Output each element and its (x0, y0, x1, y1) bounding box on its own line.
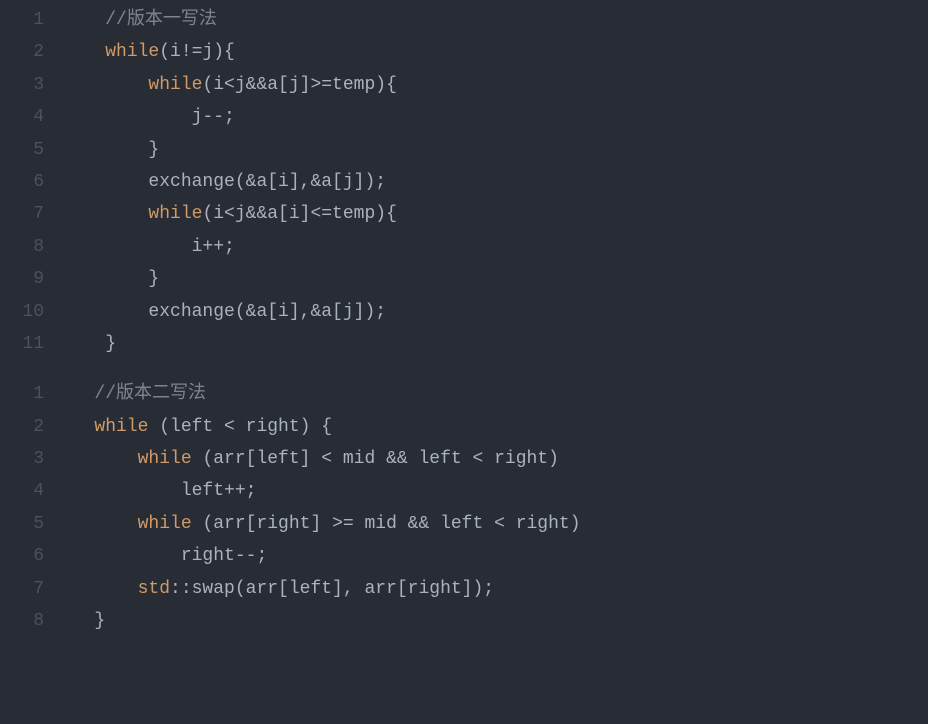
token: while (148, 204, 202, 224)
code-content: while (arr[left] < mid && left < right) (62, 443, 559, 475)
token: exchange(&a[i],&a[j]); (148, 172, 386, 192)
code-line: 6 right--; (0, 540, 928, 572)
token: while (138, 514, 192, 534)
code-line: 9 } (0, 263, 928, 295)
code-content: while(i<j&&a[j]>=temp){ (62, 69, 397, 101)
code-line: 11 } (0, 328, 928, 360)
token: while (148, 75, 202, 95)
token: i++; (192, 237, 235, 257)
code-content: } (62, 263, 159, 295)
line-number: 11 (0, 328, 62, 360)
line-number: 1 (0, 4, 62, 36)
token: //版本二写法 (94, 384, 206, 404)
token: (i<j&&a[j]>=temp){ (202, 75, 396, 95)
code-content: exchange(&a[i],&a[j]); (62, 296, 386, 328)
line-number: 4 (0, 101, 62, 133)
code-line: 4 left++; (0, 475, 928, 507)
code-line: 7 std::swap(arr[left], arr[right]); (0, 573, 928, 605)
line-number: 6 (0, 166, 62, 198)
token: } (94, 611, 105, 631)
token: j--; (192, 107, 235, 127)
token: while (138, 449, 192, 469)
code-content: //版本一写法 (62, 4, 217, 36)
code-content: while(i<j&&a[i]<=temp){ (62, 198, 397, 230)
code-line: 5 } (0, 134, 928, 166)
code-content: } (62, 605, 105, 637)
token: ::swap(arr[left], arr[right]); (170, 579, 494, 599)
token: (i<j&&a[i]<=temp){ (202, 204, 396, 224)
line-number: 8 (0, 605, 62, 637)
code-line: 1 //版本一写法 (0, 4, 928, 36)
token: std (138, 579, 170, 599)
token: right--; (181, 546, 267, 566)
code-line: 6 exchange(&a[i],&a[j]); (0, 166, 928, 198)
line-number: 1 (0, 378, 62, 410)
line-number: 2 (0, 36, 62, 68)
token: } (105, 334, 116, 354)
code-line: 3 while (arr[left] < mid && left < right… (0, 443, 928, 475)
code-content: while(i!=j){ (62, 36, 235, 68)
code-block-1: 1 //版本一写法2 while(i!=j){3 while(i<j&&a[j]… (0, 0, 928, 364)
code-content: while (arr[right] >= mid && left < right… (62, 508, 581, 540)
token: left++; (181, 481, 257, 501)
code-line: 8 i++; (0, 231, 928, 263)
token: //版本一写法 (105, 10, 217, 30)
code-content: i++; (62, 231, 235, 263)
line-number: 10 (0, 296, 62, 328)
code-content: while (left < right) { (62, 411, 332, 443)
token: (arr[right] >= mid && left < right) (192, 514, 581, 534)
token: (left < right) { (148, 417, 332, 437)
code-line: 2 while (left < right) { (0, 411, 928, 443)
line-number: 4 (0, 475, 62, 507)
code-line: 7 while(i<j&&a[i]<=temp){ (0, 198, 928, 230)
code-line: 2 while(i!=j){ (0, 36, 928, 68)
line-number: 5 (0, 134, 62, 166)
code-line: 10 exchange(&a[i],&a[j]); (0, 296, 928, 328)
code-line: 1 //版本二写法 (0, 378, 928, 410)
line-number: 3 (0, 69, 62, 101)
token: } (148, 140, 159, 160)
code-content: exchange(&a[i],&a[j]); (62, 166, 386, 198)
token: while (94, 417, 148, 437)
code-line: 3 while(i<j&&a[j]>=temp){ (0, 69, 928, 101)
code-content: j--; (62, 101, 235, 133)
token: } (148, 269, 159, 289)
line-number: 9 (0, 263, 62, 295)
line-number: 3 (0, 443, 62, 475)
code-content: left++; (62, 475, 256, 507)
line-number: 5 (0, 508, 62, 540)
token: (i!=j){ (159, 42, 235, 62)
code-block-2: 1 //版本二写法2 while (left < right) {3 while… (0, 374, 928, 641)
token: while (105, 42, 159, 62)
code-content: std::swap(arr[left], arr[right]); (62, 573, 494, 605)
code-line: 4 j--; (0, 101, 928, 133)
line-number: 7 (0, 573, 62, 605)
token: exchange(&a[i],&a[j]); (148, 302, 386, 322)
line-number: 2 (0, 411, 62, 443)
code-content: } (62, 134, 159, 166)
code-content: //版本二写法 (62, 378, 206, 410)
code-line: 5 while (arr[right] >= mid && left < rig… (0, 508, 928, 540)
code-content: } (62, 328, 116, 360)
code-content: right--; (62, 540, 267, 572)
line-number: 8 (0, 231, 62, 263)
line-number: 7 (0, 198, 62, 230)
code-editor-view: 1 //版本一写法2 while(i!=j){3 while(i<j&&a[j]… (0, 0, 928, 641)
token: (arr[left] < mid && left < right) (192, 449, 559, 469)
code-line: 8 } (0, 605, 928, 637)
line-number: 6 (0, 540, 62, 572)
